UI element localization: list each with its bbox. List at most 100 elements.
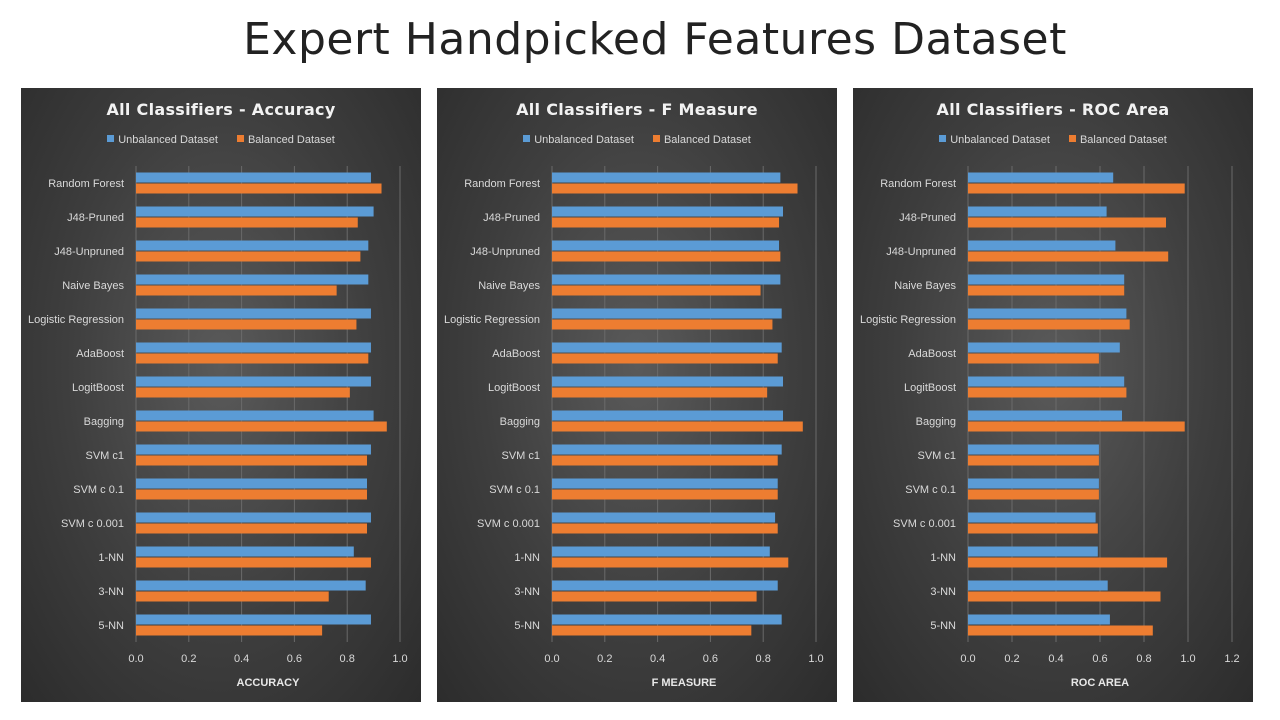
x-tick-label: 0.0 bbox=[960, 653, 975, 665]
bar-unbalanced bbox=[136, 240, 369, 251]
bar-balanced bbox=[552, 251, 781, 262]
bar-balanced bbox=[968, 557, 1168, 568]
category-label: SVM c 0.001 bbox=[477, 518, 540, 530]
x-tick-label: 0.8 bbox=[1136, 653, 1151, 665]
x-tick-label: 0.4 bbox=[234, 653, 249, 665]
bar-balanced bbox=[968, 591, 1161, 602]
x-tick-label: 0.2 bbox=[597, 653, 612, 665]
category-label: SVM c 0.001 bbox=[893, 518, 956, 530]
bar-balanced bbox=[136, 489, 367, 500]
bar-balanced bbox=[968, 489, 1099, 500]
category-label: J48-Unpruned bbox=[54, 246, 124, 258]
bar-balanced bbox=[136, 251, 361, 262]
bar-balanced bbox=[136, 523, 367, 534]
bar-unbalanced bbox=[552, 614, 782, 625]
x-tick-label: 1.0 bbox=[808, 653, 823, 665]
category-label: SVM c 0.1 bbox=[73, 484, 124, 496]
bar-unbalanced bbox=[552, 274, 781, 285]
category-label: SVM c 0.001 bbox=[61, 518, 124, 530]
category-label: J48-Pruned bbox=[67, 212, 124, 224]
category-label: 3-NN bbox=[98, 586, 124, 598]
bar-unbalanced bbox=[136, 342, 371, 353]
bar-balanced bbox=[968, 319, 1130, 330]
category-label: SVM c1 bbox=[85, 450, 124, 462]
bar-balanced bbox=[136, 353, 369, 364]
category-label: 5-NN bbox=[930, 620, 956, 632]
bar-balanced bbox=[968, 455, 1099, 466]
category-label: J48-Pruned bbox=[483, 212, 540, 224]
bar-balanced bbox=[968, 285, 1125, 296]
category-label: SVM c 0.1 bbox=[489, 484, 540, 496]
x-tick-label: 1.0 bbox=[392, 653, 407, 665]
bar-balanced bbox=[552, 591, 757, 602]
bar-unbalanced bbox=[552, 206, 783, 217]
bar-unbalanced bbox=[136, 512, 371, 523]
category-label: AdaBoost bbox=[492, 348, 540, 360]
bar-balanced bbox=[968, 217, 1166, 228]
x-tick-label: 0.0 bbox=[544, 653, 559, 665]
category-label: 1-NN bbox=[930, 552, 956, 564]
chart-panel-accuracy: All Classifiers - Accuracy Unbalanced Da… bbox=[21, 88, 421, 702]
category-label: 3-NN bbox=[514, 586, 540, 598]
category-label: Random Forest bbox=[48, 178, 124, 190]
category-label: Random Forest bbox=[464, 178, 540, 190]
bar-balanced bbox=[552, 285, 761, 296]
category-label: Naive Bayes bbox=[478, 280, 540, 292]
bar-unbalanced bbox=[552, 410, 783, 421]
bar-unbalanced bbox=[136, 410, 374, 421]
bar-unbalanced bbox=[136, 580, 366, 591]
x-axis-title: ACCURACY bbox=[237, 677, 301, 689]
x-tick-label: 1.0 bbox=[1180, 653, 1195, 665]
x-axis-title: ROC AREA bbox=[1071, 677, 1129, 689]
bar-balanced bbox=[136, 625, 323, 636]
category-label: SVM c1 bbox=[501, 450, 540, 462]
category-label: LogitBoost bbox=[72, 382, 124, 394]
bar-unbalanced bbox=[552, 342, 782, 353]
bar-chart-svg: 0.0 0.2 0.4 0.6 0.8 1.0 1.2 ROC AREA Random Fore… bbox=[860, 166, 1240, 689]
bar-balanced bbox=[552, 217, 780, 228]
bar-balanced bbox=[136, 455, 367, 466]
bar-balanced bbox=[968, 625, 1153, 636]
category-label: Logistic Regression bbox=[28, 314, 124, 326]
bar-balanced bbox=[552, 421, 803, 432]
x-tick-label: 0.2 bbox=[181, 653, 196, 665]
x-tick-label: 0.0 bbox=[128, 653, 143, 665]
bar-balanced bbox=[552, 523, 778, 534]
bar-unbalanced bbox=[968, 580, 1108, 591]
category-label: Bagging bbox=[500, 416, 540, 428]
x-axis-title: F MEASURE bbox=[652, 677, 717, 689]
bar-unbalanced bbox=[968, 240, 1116, 251]
bar-unbalanced bbox=[968, 206, 1107, 217]
category-label: LogitBoost bbox=[904, 382, 956, 394]
bar-balanced bbox=[552, 387, 768, 398]
bar-unbalanced bbox=[136, 478, 367, 489]
bar-balanced bbox=[136, 421, 387, 432]
bar-balanced bbox=[136, 591, 329, 602]
category-label: SVM c 0.1 bbox=[905, 484, 956, 496]
category-label: SVM c1 bbox=[917, 450, 956, 462]
bar-balanced bbox=[968, 251, 1169, 262]
bar-unbalanced bbox=[552, 444, 782, 455]
category-label: J48-Unpruned bbox=[470, 246, 540, 258]
bar-unbalanced bbox=[552, 478, 778, 489]
bar-unbalanced bbox=[552, 580, 778, 591]
bar-balanced bbox=[968, 421, 1185, 432]
bar-unbalanced bbox=[552, 546, 770, 557]
bar-unbalanced bbox=[968, 172, 1114, 183]
bar-balanced bbox=[552, 455, 778, 466]
category-label: Naive Bayes bbox=[62, 280, 124, 292]
x-tick-label: 0.6 bbox=[1092, 653, 1107, 665]
category-label: 3-NN bbox=[930, 586, 956, 598]
chart-panel-f-measure: All Classifiers - F Measure Unbalanced D… bbox=[437, 88, 837, 702]
category-label: LogitBoost bbox=[488, 382, 540, 394]
bar-unbalanced bbox=[968, 342, 1120, 353]
bar-balanced bbox=[136, 319, 357, 330]
bar-unbalanced bbox=[552, 308, 782, 319]
chart-panel-roc-area: All Classifiers - ROC Area Unbalanced Da… bbox=[853, 88, 1253, 702]
bar-balanced bbox=[968, 523, 1098, 534]
bar-unbalanced bbox=[136, 172, 371, 183]
x-tick-label: 0.6 bbox=[703, 653, 718, 665]
category-label: AdaBoost bbox=[76, 348, 124, 360]
bar-balanced bbox=[136, 217, 358, 228]
bar-unbalanced bbox=[136, 614, 371, 625]
